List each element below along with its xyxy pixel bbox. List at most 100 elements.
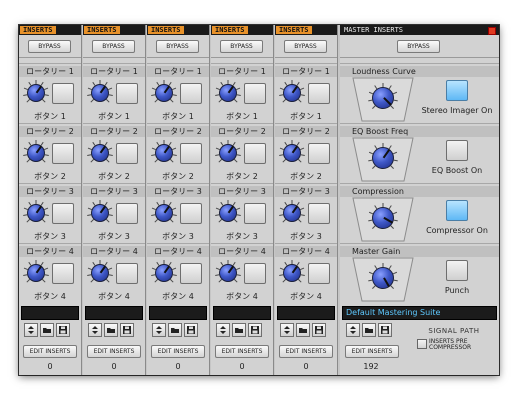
knob-pointer [36,146,42,154]
toggle-button[interactable] [116,203,138,224]
master-section: Master Gain Punch [340,243,499,304]
toggle-button[interactable] [116,143,138,164]
folder-button[interactable] [40,323,54,337]
edit-inserts-button[interactable]: EDIT INSERTS [279,345,333,358]
edit-inserts-button[interactable]: EDIT INSERTS [23,345,77,358]
master-bypass-button[interactable]: BYPASS [397,40,440,53]
toggle-button[interactable] [308,263,330,284]
insert-count: 0 [47,362,53,371]
folder-button[interactable] [168,323,182,337]
rotary-knob[interactable] [91,204,109,222]
folder-button[interactable] [232,323,246,337]
master-toggle-button[interactable] [446,80,468,101]
master-section-header: Master Gain [340,246,499,257]
rotary-knob[interactable] [91,264,109,282]
toggle-button[interactable] [180,203,202,224]
rotary-knob[interactable] [91,84,109,102]
save-disk-button[interactable] [312,323,326,337]
rotary-knob[interactable] [219,264,237,282]
rotary-knob[interactable] [27,144,45,162]
rotary-knob[interactable] [155,144,173,162]
toggle-button[interactable] [244,83,266,104]
master-toggle-button[interactable] [446,140,468,161]
toggle-button[interactable] [52,263,74,284]
rotary-knob[interactable] [219,204,237,222]
toggle-button[interactable] [52,203,74,224]
toggle-button[interactable] [180,263,202,284]
bypass-button[interactable]: BYPASS [220,40,263,53]
rotary-knob[interactable] [219,84,237,102]
toggle-button[interactable] [116,83,138,104]
save-disk-button[interactable] [378,323,392,337]
toggle-button[interactable] [244,263,266,284]
toggle-button[interactable] [52,143,74,164]
master-toggle-button[interactable] [446,200,468,221]
folder-button[interactable] [104,323,118,337]
inserts-pre-compressor-checkbox[interactable] [417,339,427,349]
rotary-label: ロータリー 4 [147,246,209,257]
updown-arrows-button[interactable] [24,323,38,337]
folder-button[interactable] [296,323,310,337]
edit-inserts-button[interactable]: EDIT INSERTS [87,345,141,358]
updown-arrows-button[interactable] [346,323,360,337]
rotary-label: ロータリー 2 [19,126,81,137]
bypass-button[interactable]: BYPASS [28,40,71,53]
rotary-knob[interactable] [283,84,301,102]
bypass-button[interactable]: BYPASS [92,40,135,53]
knob-pointer [164,206,170,214]
master-section-label: EQ Boost Freq [352,127,409,136]
rotary-knob[interactable] [27,264,45,282]
save-disk-button[interactable] [184,323,198,337]
rotary-label: ロータリー 3 [211,186,273,197]
knob-pointer [100,146,106,154]
rotary-knob[interactable] [283,204,301,222]
toggle-button[interactable] [180,143,202,164]
master-toggle-button[interactable] [446,260,468,281]
edit-inserts-button[interactable]: EDIT INSERTS [151,345,205,358]
insert-slot: ロータリー 1 ボタン 1 [211,63,273,124]
toggle-button[interactable] [180,83,202,104]
rotary-knob[interactable] [155,264,173,282]
folder-button[interactable] [362,323,376,337]
bypass-row: BYPASS [19,35,81,58]
signal-path-title: SIGNAL PATH [428,327,480,335]
save-disk-button[interactable] [120,323,134,337]
close-icon[interactable] [488,27,496,35]
toggle-button[interactable] [244,143,266,164]
updown-arrows-button[interactable] [152,323,166,337]
toggle-button[interactable] [244,203,266,224]
toggle-button[interactable] [52,83,74,104]
toggle-button[interactable] [308,83,330,104]
rotary-knob[interactable] [91,144,109,162]
rotary-label: ロータリー 4 [83,246,145,257]
save-disk-button[interactable] [56,323,70,337]
insert-slot: ロータリー 1 ボタン 1 [147,63,209,124]
insert-slot: ロータリー 2 ボタン 2 [83,123,145,184]
toggle-button[interactable] [116,263,138,284]
rotary-knob[interactable] [155,204,173,222]
rotary-knob[interactable] [27,204,45,222]
strip-title: INSERTS [212,26,248,34]
rotary-knob[interactable] [283,264,301,282]
bypass-button[interactable]: BYPASS [284,40,327,53]
toggle-button[interactable] [308,143,330,164]
rotary-knob[interactable] [155,84,173,102]
rotary-knob[interactable] [283,144,301,162]
master-knob[interactable] [372,147,394,169]
bypass-row: BYPASS [147,35,209,58]
edit-inserts-button[interactable]: EDIT INSERTS [215,345,269,358]
save-disk-button[interactable] [248,323,262,337]
updown-arrows-button[interactable] [280,323,294,337]
updown-arrows-button[interactable] [88,323,102,337]
master-knob[interactable] [372,207,394,229]
master-knob[interactable] [372,267,394,289]
preset-display [277,306,335,320]
master-edit-inserts-button[interactable]: EDIT INSERTS [345,345,399,358]
toggle-button[interactable] [308,203,330,224]
insert-slot: ロータリー 3 ボタン 3 [147,183,209,244]
bypass-button[interactable]: BYPASS [156,40,199,53]
updown-arrows-button[interactable] [216,323,230,337]
rotary-knob[interactable] [219,144,237,162]
rotary-knob[interactable] [27,84,45,102]
master-knob[interactable] [372,87,394,109]
